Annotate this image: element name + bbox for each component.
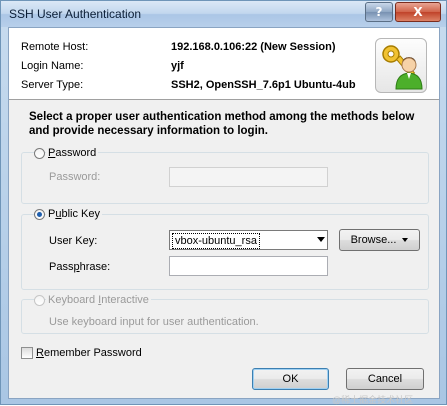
window-title: SSH User Authentication [9,7,142,21]
chevron-down-icon [317,237,325,242]
dialog-body: Remote Host: 192.168.0.106:22 (New Sessi… [8,27,440,399]
keys-user-icon [375,38,427,93]
login-name-label: Login Name: [21,60,84,72]
public-key-radio[interactable] [34,209,45,220]
password-input[interactable] [169,167,328,187]
login-name-value: yjf [171,60,184,72]
server-type-value: SSH2, OpenSSH_7.6p1 Ubuntu-4ub [171,79,356,91]
password-field-label: Password: [49,171,101,183]
passphrase-label: Passphrase: [49,261,111,273]
browse-button[interactable]: Browse... [339,229,420,251]
remote-host-value: 192.168.0.106:22 (New Session) [171,41,336,53]
ok-button[interactable]: OK [252,368,329,390]
user-key-select[interactable]: vbox-ubuntu_rsa [169,230,328,250]
help-button[interactable]: ? [365,2,393,22]
connection-info-header: Remote Host: 192.168.0.106:22 (New Sessi… [9,28,439,100]
close-button[interactable]: X [395,2,441,22]
remember-password-label[interactable]: Remember Password [36,347,142,359]
close-icon: X [413,5,423,19]
public-key-radio-label[interactable]: Public Key [46,208,102,220]
help-icon: ? [375,5,383,19]
watermark-text: @稀土掘金技术社区 [332,395,414,405]
keyboard-interactive-radio-label[interactable]: Keyboard Interactive [46,294,151,306]
dropdown-arrow-icon [402,238,409,243]
keyboard-interactive-help-text: Use keyboard input for user authenticati… [49,316,259,328]
remember-password-checkbox[interactable] [21,347,33,359]
public-key-group [21,214,429,290]
browse-button-label: Browse... [350,234,397,246]
title-bar[interactable]: SSH User Authentication ? X [1,1,446,27]
password-radio-label[interactable]: Password [46,147,99,159]
remote-host-label: Remote Host: [21,41,89,53]
passphrase-input[interactable] [169,256,328,276]
server-type-label: Server Type: [21,79,84,91]
user-key-selected-value: vbox-ubuntu_rsa [172,233,260,249]
password-radio[interactable] [34,148,45,159]
keyboard-interactive-radio[interactable] [34,295,45,306]
dialog-window: SSH User Authentication ? X Remote Host:… [0,0,447,405]
user-key-label: User Key: [49,235,98,247]
cancel-button[interactable]: Cancel [346,368,424,390]
instruction-text: Select a proper user authentication meth… [29,111,415,137]
